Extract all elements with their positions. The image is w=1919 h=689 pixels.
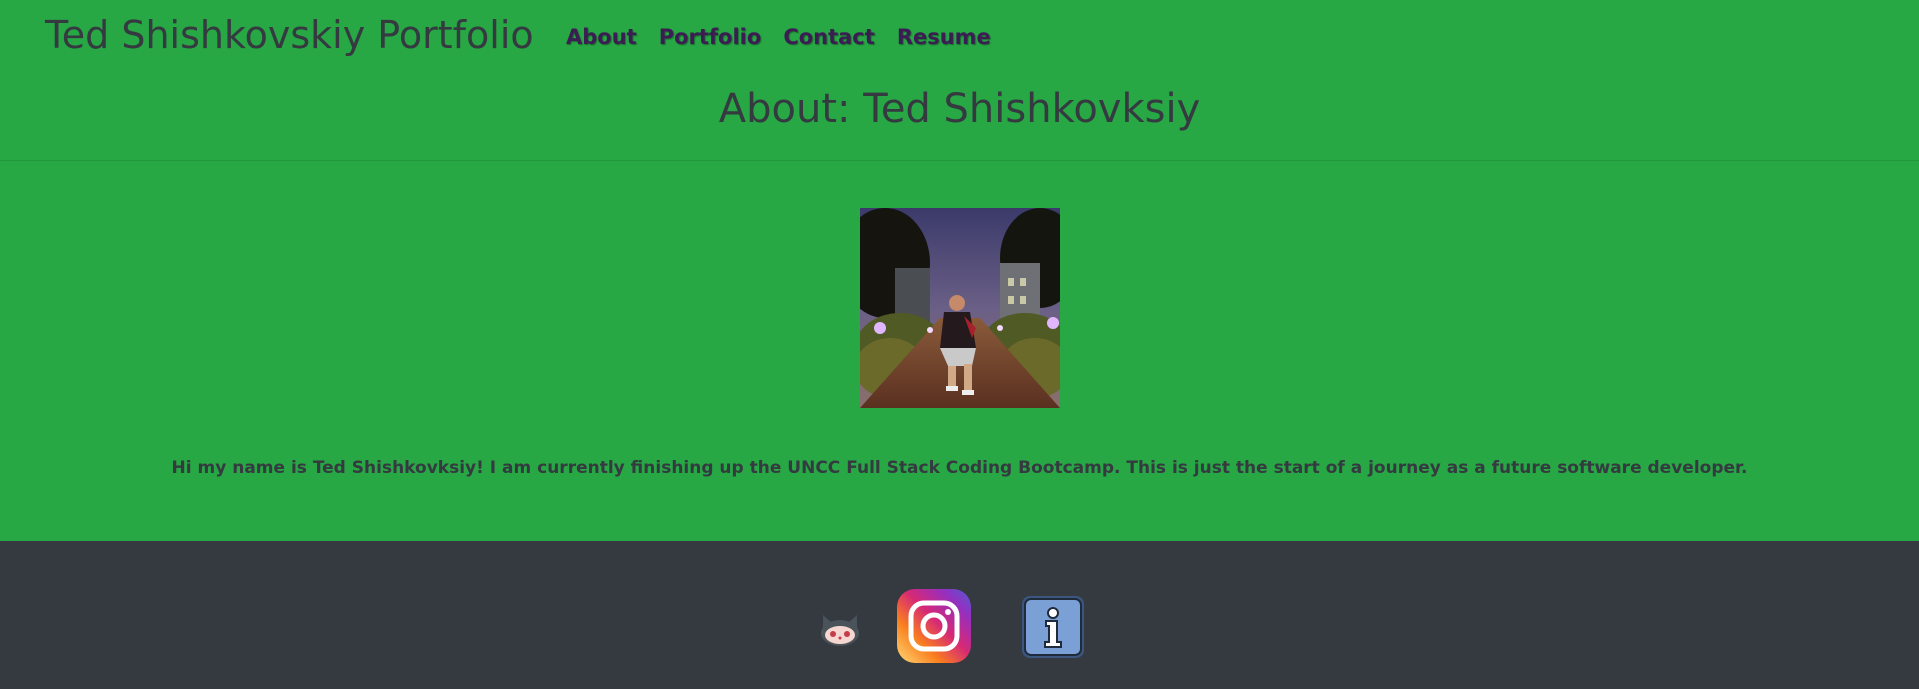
page-heading: About: Ted Shishkovksiy [718, 86, 1201, 132]
info-icon[interactable] [1020, 594, 1086, 660]
site-header: Ted Shishkovskiy Portfolio About Portfol… [0, 0, 1919, 161]
nav-link-contact[interactable]: Contact [783, 22, 875, 52]
instagram-icon[interactable] [896, 588, 972, 664]
intro-text: Hi my name is Ted Shishkovksiy! I am cur… [171, 458, 1748, 478]
nav-link-portfolio[interactable]: Portfolio [659, 22, 762, 52]
nav-link-resume[interactable]: Resume [897, 22, 991, 52]
nav-link-about[interactable]: About [566, 22, 637, 52]
site-footer [0, 541, 1919, 689]
main-nav: About Portfolio Contact Resume [566, 22, 991, 52]
site-title[interactable]: Ted Shishkovskiy Portfolio [45, 10, 534, 60]
github-icon[interactable] [818, 607, 862, 651]
profile-photo [860, 208, 1060, 408]
